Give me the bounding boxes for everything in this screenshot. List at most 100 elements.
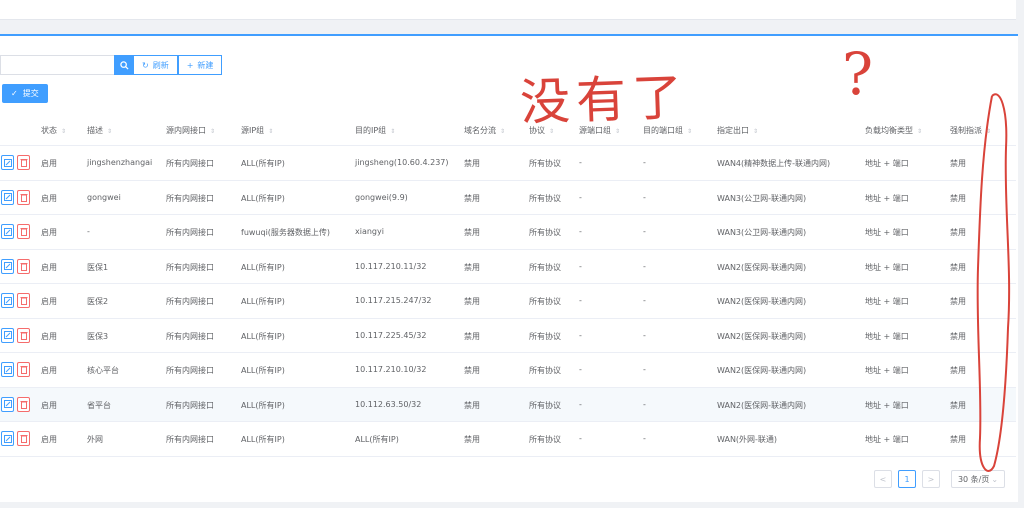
refresh-button[interactable]: ↻ 刷新: [134, 55, 178, 75]
trash-icon: [20, 331, 27, 340]
table-cell: 所有协议: [529, 262, 561, 272]
table-cell: ALL(所有IP): [241, 435, 285, 444]
column-header[interactable]: 描述 ⇕: [87, 125, 112, 136]
sort-icon[interactable]: ⇕: [61, 128, 66, 135]
table-cell: 禁用: [464, 400, 480, 410]
table-row: 启用 gongwei 所有内网接口 ALL(所有IP) gongwei(9.9) 禁用 所有…: [0, 181, 1016, 215]
column-header[interactable]: 源端口组 ⇕: [579, 125, 620, 136]
table-cell: 所有协议: [529, 159, 561, 168]
edit-button[interactable]: [1, 155, 14, 170]
table-cell: 10.117.210.10/32: [355, 365, 427, 374]
table-cell: 启用: [41, 193, 57, 203]
column-header-label: 源端口组: [579, 126, 611, 135]
column-header-label: 源内网接口: [166, 126, 206, 135]
sort-icon[interactable]: ⇕: [753, 128, 758, 135]
column-header-label: 协议: [529, 126, 545, 135]
delete-button[interactable]: [17, 362, 30, 377]
sort-icon[interactable]: ⇕: [268, 128, 273, 135]
table-cell: WAN4(精神数据上传-联通内网): [717, 159, 831, 168]
new-button[interactable]: + 新建: [177, 55, 223, 75]
edit-button[interactable]: [1, 224, 14, 239]
column-header-label: 强制指派: [950, 126, 982, 135]
edit-button[interactable]: [1, 396, 14, 412]
sort-icon[interactable]: ⇕: [687, 128, 692, 135]
prev-page-button[interactable]: <: [874, 470, 892, 488]
edit-icon: [3, 365, 12, 374]
column-header[interactable]: 域名分流 ⇕: [464, 125, 505, 136]
edit-button[interactable]: [1, 327, 14, 343]
table-cell: WAN3(公卫网-联通内网): [717, 228, 807, 237]
delete-button[interactable]: [17, 396, 30, 412]
column-header[interactable]: 指定出口 ⇕: [717, 125, 758, 136]
table-cell: 10.117.210.11/32: [355, 261, 427, 271]
table-cell: -: [579, 399, 582, 409]
table-cell: -: [643, 434, 646, 443]
table-row: 启用 医保1 所有内网接口 ALL(所有IP) 10.117.210.11/32 禁用 所有…: [0, 250, 1016, 284]
column-header[interactable]: 源IP组 ⇕: [241, 125, 273, 136]
sort-icon[interactable]: ⇕: [615, 128, 620, 135]
edit-button[interactable]: [1, 258, 14, 274]
sort-icon[interactable]: ⇕: [390, 128, 395, 135]
edit-button[interactable]: [1, 293, 14, 308]
search-input[interactable]: [0, 55, 114, 75]
column-header[interactable]: 目的端口组 ⇕: [643, 125, 692, 136]
sort-icon[interactable]: ⇕: [986, 128, 991, 135]
trash-icon: [20, 159, 27, 167]
delete-button[interactable]: [17, 327, 30, 343]
new-label: 新建: [197, 60, 214, 70]
table-cell: 所有协议: [529, 435, 561, 444]
column-header[interactable]: 目的IP组 ⇕: [355, 125, 395, 136]
delete-button[interactable]: [17, 155, 30, 170]
table-cell: 启用: [41, 228, 57, 237]
table-cell: 启用: [41, 400, 57, 410]
main-panel: ↻ 刷新 + 新建 ✓ 提交 状态 ⇕ 描述 ⇕ 源内网接口 ⇕ 源IP组 ⇕ 目的IP组 ⇕ 域名…: [0, 34, 1018, 502]
column-header[interactable]: 协议 ⇕: [529, 125, 554, 136]
column-header[interactable]: 负载均衡类型 ⇕: [865, 125, 922, 136]
sort-icon[interactable]: ⇕: [500, 128, 505, 135]
table-cell: 禁用: [950, 228, 966, 237]
page-1-button[interactable]: 1: [898, 470, 916, 488]
table-cell: 禁用: [464, 193, 480, 203]
delete-button[interactable]: [17, 189, 30, 205]
table-row: 启用 医保2 所有内网接口 ALL(所有IP) 10.117.215.247/32 禁用 所…: [0, 284, 1016, 319]
table-cell: ALL(所有IP): [355, 435, 399, 444]
table-cell: WAN2(医保网-联通内网): [717, 400, 807, 410]
edit-icon: [3, 296, 12, 305]
submit-button[interactable]: ✓ 提交: [2, 84, 48, 103]
table-cell: 所有内网接口: [166, 331, 214, 341]
sort-icon[interactable]: ⇕: [549, 128, 554, 135]
table-cell: 禁用: [950, 193, 966, 203]
edit-button[interactable]: [1, 189, 14, 205]
column-header[interactable]: 源内网接口 ⇕: [166, 125, 215, 136]
table-cell: 所有内网接口: [166, 366, 214, 375]
column-header[interactable]: 强制指派 ⇕: [950, 125, 991, 136]
delete-button[interactable]: [17, 258, 30, 274]
delete-button[interactable]: [17, 431, 30, 446]
trash-icon: [20, 400, 27, 409]
page-size-label: 30 条/页: [957, 474, 990, 484]
edit-button[interactable]: [1, 362, 14, 377]
sort-icon[interactable]: ⇕: [107, 128, 112, 135]
table-cell: WAN2(医保网-联通内网): [717, 262, 807, 272]
search-button[interactable]: [114, 55, 134, 75]
table-row: 启用 jingshenzhangai 所有内网接口 ALL(所有IP) jingshen…: [0, 146, 1016, 181]
edit-button[interactable]: [1, 431, 14, 446]
trash-icon: [20, 435, 27, 443]
table-cell: fuwuqi(服务器数据上传): [241, 228, 331, 237]
page-size-select[interactable]: 30 条/页 ⌄: [951, 470, 1005, 488]
table-cell: WAN2(医保网-联通内网): [717, 297, 807, 306]
table-cell: 医保1: [87, 262, 109, 272]
table-cell: 禁用: [464, 159, 480, 168]
delete-button[interactable]: [17, 224, 30, 239]
next-page-button[interactable]: >: [922, 470, 940, 488]
table-cell: -: [579, 330, 582, 340]
table-cell: jingsheng(10.60.4.237): [355, 158, 449, 167]
table-cell: 所有内网接口: [166, 400, 214, 410]
column-header[interactable]: 状态 ⇕: [41, 125, 66, 136]
table-row: 启用 - 所有内网接口 fuwuqi(服务器数据上传) xiangyi 禁用 所有协议 - - W…: [0, 215, 1016, 250]
column-header-label: 负载均衡类型: [865, 126, 913, 135]
sort-icon[interactable]: ⇕: [917, 128, 922, 135]
delete-button[interactable]: [17, 293, 30, 308]
table-header: 状态 ⇕ 描述 ⇕ 源内网接口 ⇕ 源IP组 ⇕ 目的IP组 ⇕ 域名分流 ⇕ 协议 ⇕ 源端口组 ⇕ 目的端口…: [0, 112, 1016, 146]
sort-icon[interactable]: ⇕: [210, 128, 215, 135]
